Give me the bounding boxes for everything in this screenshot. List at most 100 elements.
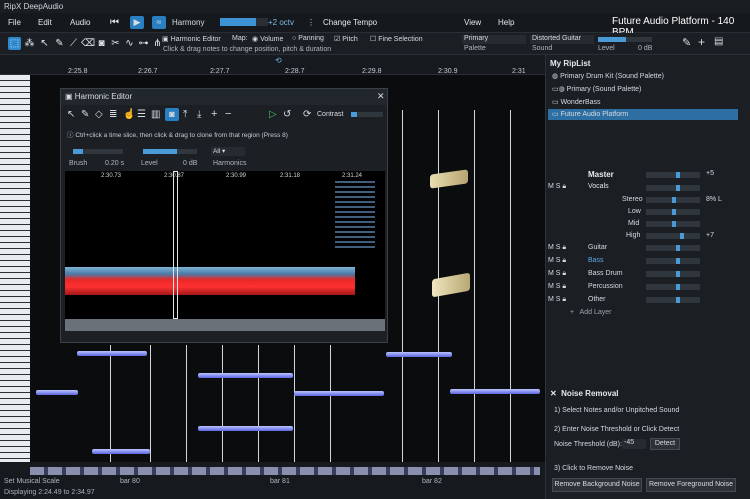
riplist-item-selected[interactable]: ▭ Future Audio Platform	[548, 109, 738, 120]
stack-icon[interactable]: ▥	[151, 109, 160, 120]
arrow-icon[interactable]: ↖	[67, 109, 75, 120]
lines-icon[interactable]: ≣	[109, 109, 117, 120]
other-slider[interactable]	[646, 297, 700, 303]
note[interactable]	[198, 426, 293, 431]
arrow-tool-icon[interactable]: ↖	[38, 37, 51, 50]
panning-radio[interactable]: ○ Panning	[292, 35, 324, 42]
harmonic-editor-button[interactable]: ▣ Harmonic Editor	[162, 35, 221, 43]
mid-slider[interactable]	[646, 221, 700, 227]
piano-keyboard[interactable]	[0, 75, 30, 462]
eraser-tool-icon[interactable]: ⌫	[81, 37, 95, 50]
add-layer-button[interactable]: + Add Layer	[570, 309, 611, 316]
guitar-slider[interactable]	[646, 245, 700, 251]
set-scale-button[interactable]: Set Musical Scale	[4, 478, 60, 485]
threshold-input[interactable]: -45	[622, 439, 646, 449]
plus-icon[interactable]: +	[211, 108, 217, 120]
track-bass-drum[interactable]: Bass Drum	[588, 270, 623, 277]
riplist-item[interactable]: ▭ WonderBass	[552, 98, 601, 106]
menu-edit[interactable]: Edit	[38, 18, 52, 27]
note[interactable]	[198, 373, 293, 378]
pencil-icon[interactable]: ✎	[81, 109, 89, 120]
bass-slider[interactable]	[646, 258, 700, 264]
harmony-icon[interactable]: ≈	[152, 16, 166, 29]
riplist-item[interactable]: ▭◍ Primary (Sound Palette)	[552, 85, 641, 93]
menu-file[interactable]: File	[8, 18, 21, 27]
detect-button[interactable]: Detect	[650, 438, 680, 450]
list-icon[interactable]: ☰	[137, 109, 146, 120]
menu-help[interactable]: Help	[498, 18, 514, 27]
brush-tool-icon[interactable]: ⟋	[67, 37, 80, 50]
upload-icon[interactable]: ⤒	[183, 109, 187, 120]
loop-icon[interactable]: ⟲	[275, 56, 282, 65]
camera-tool-icon[interactable]: ◙	[95, 37, 108, 50]
low-slider[interactable]	[646, 209, 700, 215]
volume-radio[interactable]: ◉ Volume	[252, 35, 283, 43]
add-icon[interactable]: +	[698, 35, 705, 49]
palette-select[interactable]: Primary	[462, 35, 526, 44]
remove-background-noise-button[interactable]: Remove Background Noise	[552, 478, 642, 492]
bass-drum-slider[interactable]	[646, 271, 700, 277]
vocals-slider[interactable]	[646, 185, 700, 191]
level-slider[interactable]	[598, 37, 652, 42]
fine-selection-checkbox[interactable]: ☐ Fine Selection	[370, 35, 423, 43]
note[interactable]	[386, 352, 452, 357]
sound-select[interactable]: Distorted Guitar	[530, 35, 594, 44]
note[interactable]	[92, 449, 150, 454]
camera-icon[interactable]: ◙	[165, 108, 179, 121]
waveform-tool-icon[interactable]: ⁂	[23, 37, 36, 50]
track-vocals[interactable]: Vocals	[588, 183, 609, 190]
more-icon[interactable]: ⋮	[307, 18, 315, 27]
menu-view[interactable]: View	[464, 18, 481, 27]
spectrogram-canvas[interactable]: 2:30.73 2:30.87 2:30.99 2:31.18 2:31.24	[65, 171, 385, 331]
track-bass[interactable]: Bass	[588, 257, 604, 264]
link-tool-icon[interactable]: ⊶	[137, 37, 150, 50]
harmony-slider[interactable]	[220, 18, 268, 26]
track-guitar[interactable]: Guitar	[588, 244, 607, 251]
play-icon[interactable]: ▷	[269, 109, 277, 120]
eraser-icon[interactable]: ◇	[95, 109, 103, 120]
refresh-icon[interactable]: ⟳	[303, 109, 311, 120]
pencil-icon[interactable]: ✎	[682, 36, 691, 49]
skip-start-icon[interactable]: ⏮	[110, 17, 119, 28]
track-percussion[interactable]: Percussion	[588, 283, 623, 290]
note[interactable]	[450, 389, 540, 394]
mute-solo-lock[interactable]: M S 🔒︎	[548, 244, 566, 252]
mute-solo-lock[interactable]: M S 🔒︎	[548, 296, 566, 304]
time-slice-marker[interactable]	[173, 171, 178, 319]
close-icon[interactable]: ✕	[377, 91, 385, 102]
brush-slider[interactable]	[73, 149, 123, 154]
level-slider[interactable]	[143, 149, 197, 154]
download-icon[interactable]: ⤓	[197, 109, 201, 120]
folder-icon[interactable]: ▤	[714, 36, 723, 47]
note[interactable]	[36, 390, 78, 395]
high-slider[interactable]	[646, 233, 700, 239]
select-tool-icon[interactable]: ⬚	[8, 37, 21, 50]
note[interactable]	[77, 351, 147, 356]
history-icon[interactable]: ↺	[283, 109, 291, 120]
overview-strip[interactable]	[30, 467, 540, 475]
contrast-slider[interactable]	[351, 112, 383, 117]
change-tempo-button[interactable]: Change Tempo	[323, 18, 377, 27]
master-slider[interactable]	[646, 172, 700, 178]
stereo-slider[interactable]	[646, 197, 700, 203]
harmonics-select[interactable]: All ▾	[211, 147, 245, 156]
track-other[interactable]: Other	[588, 296, 606, 303]
spectrogram-scrollbar[interactable]	[65, 319, 385, 331]
hand-icon[interactable]: ☝	[123, 109, 135, 120]
wave-tool-icon[interactable]: ∿	[123, 37, 136, 50]
mute-solo-lock[interactable]: M S 🔒︎	[548, 257, 566, 265]
riplist-item[interactable]: ◍ Primary Drum Kit (Sound Palette)	[552, 72, 664, 80]
play-icon[interactable]: ▶	[130, 16, 144, 29]
time-ruler[interactable]: ⟲ 2:25.8 2:26.7 2:27.7 2:28.7 2:29.8 2:3…	[0, 55, 545, 75]
minus-icon[interactable]: −	[225, 108, 231, 120]
mute-solo-lock[interactable]: M S 🔒︎	[548, 283, 566, 291]
percussion-slider[interactable]	[646, 284, 700, 290]
mute-solo-lock[interactable]: M S 🔒︎	[548, 183, 566, 191]
pitch-checkbox[interactable]: ☑ Pitch	[334, 35, 358, 43]
harmony-label[interactable]: Harmony	[172, 18, 204, 27]
mute-solo-lock[interactable]: M S 🔒︎	[548, 270, 566, 278]
note[interactable]	[294, 391, 384, 396]
menu-audio[interactable]: Audio	[70, 18, 90, 27]
scissors-tool-icon[interactable]: ✂	[109, 37, 122, 50]
pencil-tool-icon[interactable]: ✎	[53, 37, 66, 50]
